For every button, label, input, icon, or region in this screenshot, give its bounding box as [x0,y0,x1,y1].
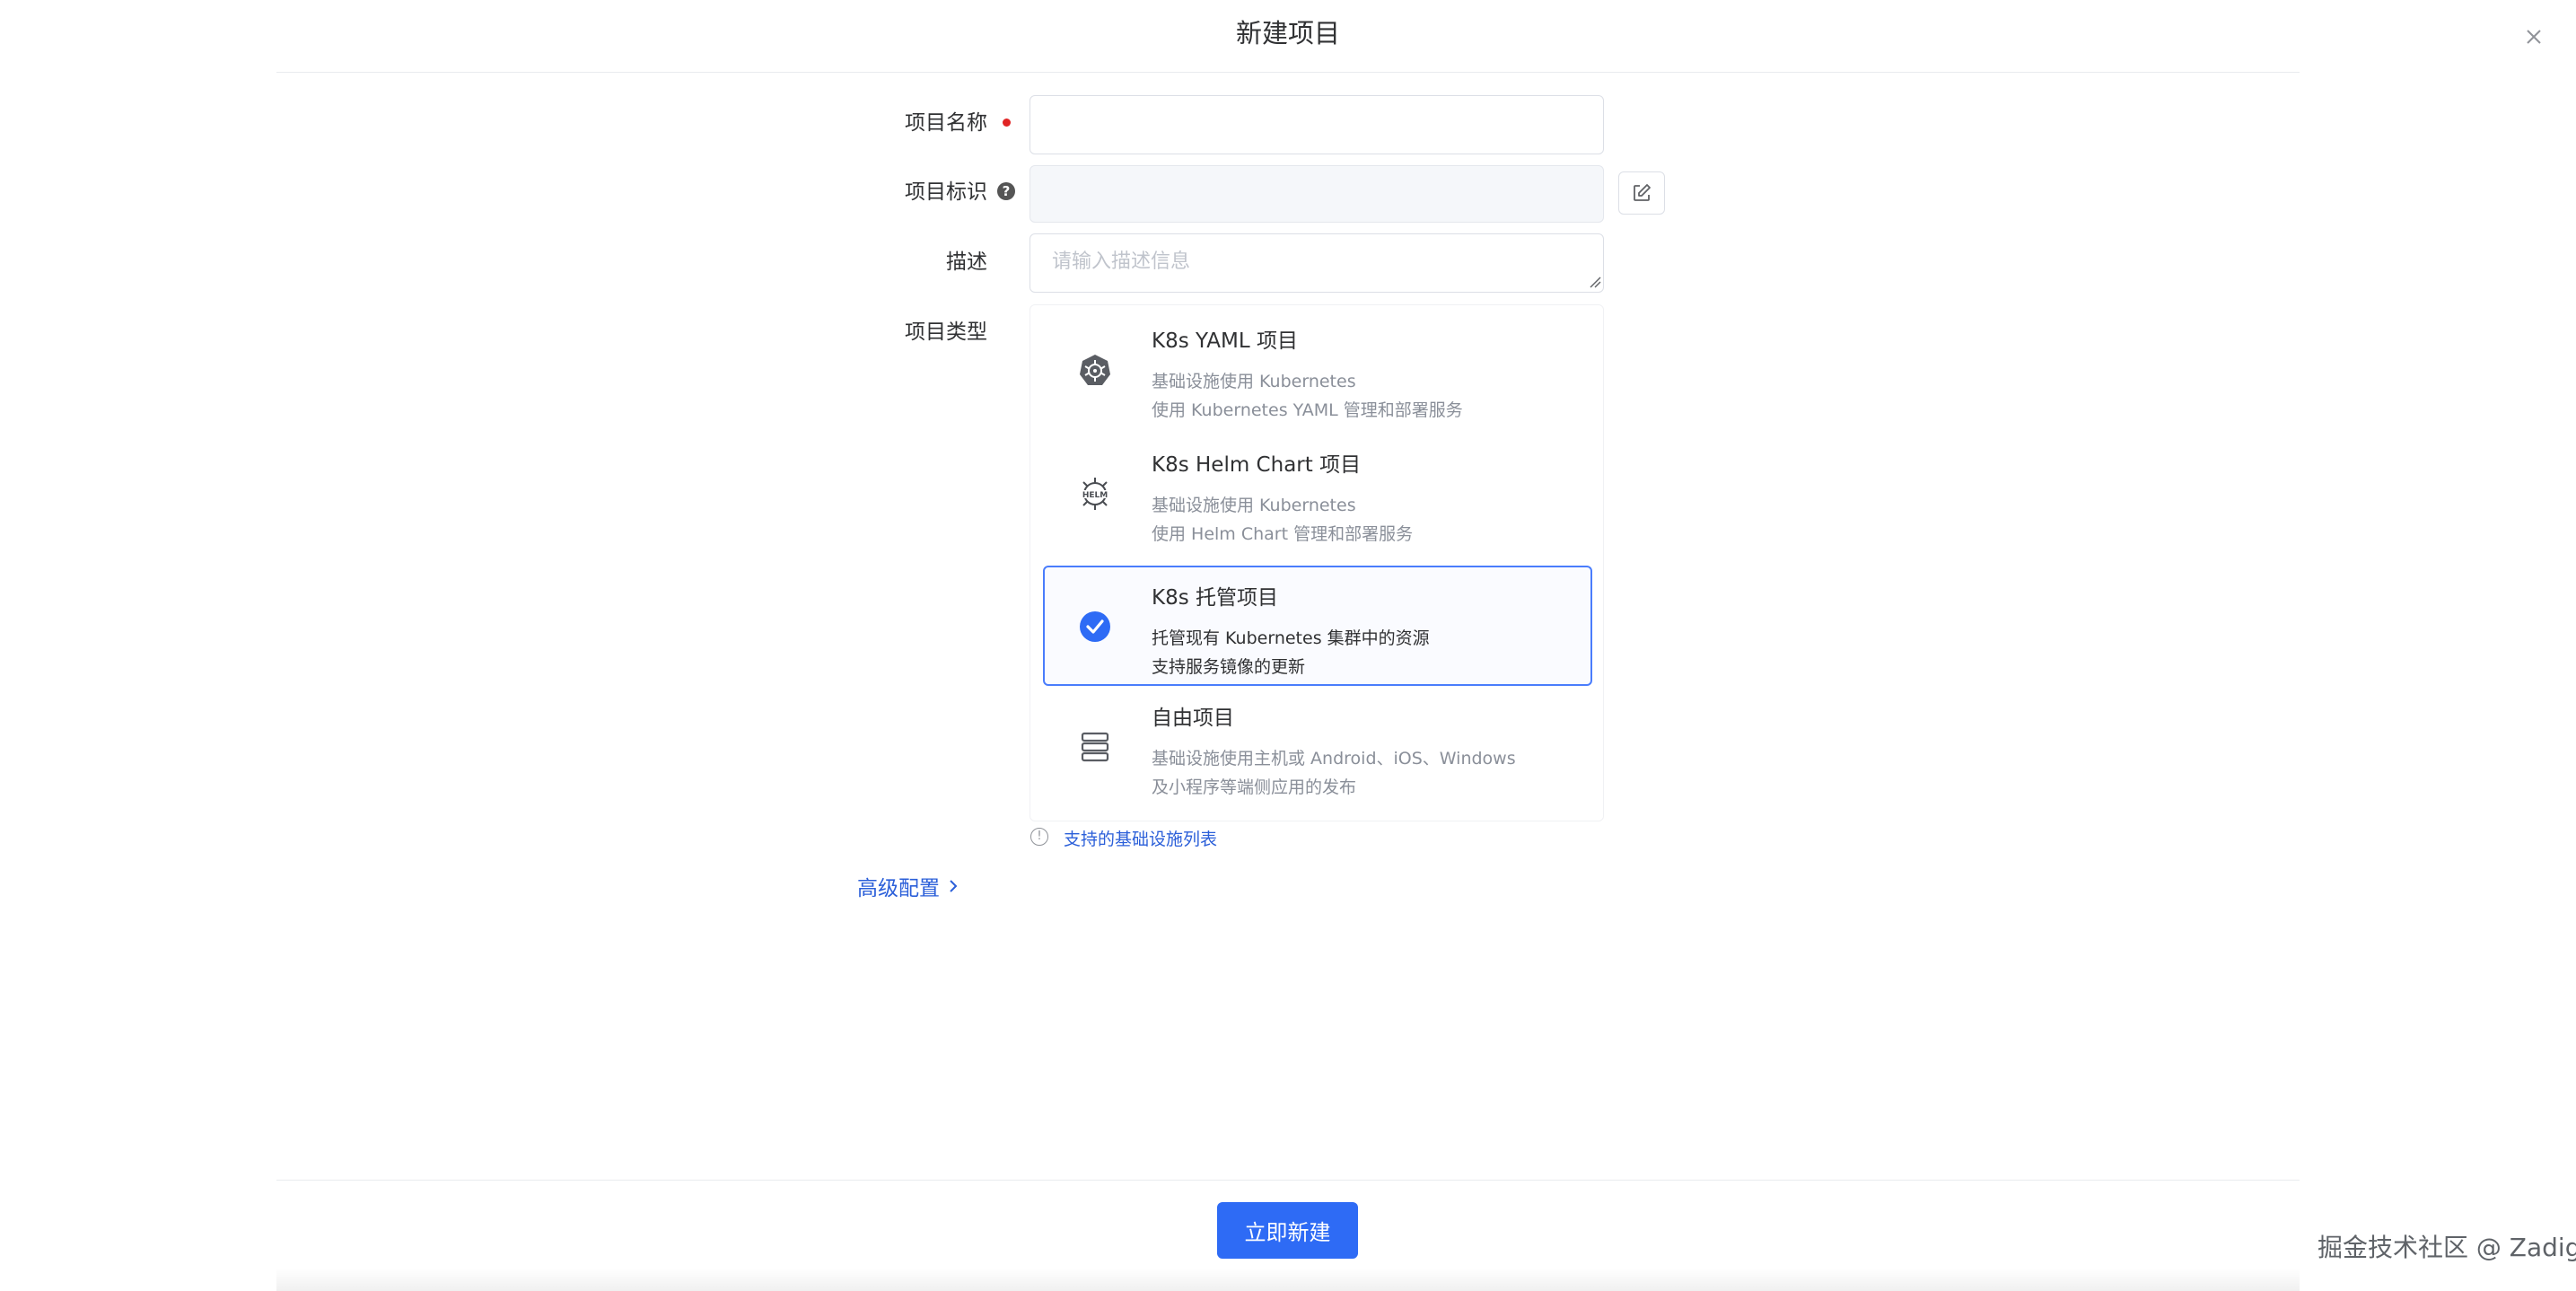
kubernetes-icon [1080,355,1110,385]
project-type-desc: 基础设施使用 Kubernetes [1152,496,1356,515]
dialog-title: 新建项目 [1235,18,1340,48]
project-type-title: 自由项目 [1152,707,1234,730]
edit-identifier-button[interactable] [1618,171,1665,215]
project-type-k8s-helm[interactable]: HELM K8s Helm Chart 项目 基础设施使用 Kubernetes… [1043,433,1592,553]
project-type-desc: 及小程序等端侧应用的发布 [1152,777,1357,797]
svg-text:HELM: HELM [1082,491,1108,500]
project-type-k8s-yaml[interactable]: K8s YAML 项目 基础设施使用 Kubernetes 使用 Kuberne… [1043,309,1592,429]
project-name-input[interactable] [1030,95,1604,154]
server-icon [1081,732,1109,762]
resize-grip-icon[interactable] [1589,276,1601,288]
project-type-free[interactable]: 自由项目 基础设施使用主机或 Android、iOS、Windows 及小程序等… [1043,686,1592,806]
create-now-button[interactable]: 立即新建 [1217,1202,1358,1259]
project-type-title: K8s YAML 项目 [1152,329,1298,353]
project-type-desc: 托管现有 Kubernetes 集群中的资源 [1152,628,1430,648]
project-type-desc: 使用 Kubernetes YAML 管理和部署服务 [1152,400,1463,420]
required-indicator [1003,119,1011,127]
check-circle-icon [1080,611,1110,642]
project-identifier-label: 项目标识 [905,180,987,204]
project-type-desc: 基础设施使用主机或 Android、iOS、Windows [1152,749,1516,768]
description-label: 描述 [946,250,987,274]
project-type-list: K8s YAML 项目 基础设施使用 Kubernetes 使用 Kuberne… [1030,304,1604,821]
helm-icon: HELM [1078,478,1112,510]
help-icon[interactable]: ? [997,182,1015,200]
footer-shadow [276,1268,2300,1291]
description-textarea[interactable] [1030,233,1604,293]
project-type-title: K8s Helm Chart 项目 [1152,453,1362,477]
project-type-k8s-hosted[interactable]: K8s 托管项目 托管现有 Kubernetes 集群中的资源 支持服务镜像的更… [1043,566,1592,686]
project-type-desc: 使用 Helm Chart 管理和部署服务 [1152,524,1414,544]
advanced-settings-toggle[interactable]: 高级配置 [857,871,940,901]
infrastructure-list-link[interactable]: 支持的基础设施列表 [1064,826,1217,850]
info-icon: ! [1030,828,1048,846]
close-icon[interactable] [2522,25,2545,48]
chevron-right-icon[interactable] [947,875,959,897]
watermark-text: 掘金技术社区 @ Zadig [2318,1233,2576,1262]
project-name-label: 项目名称 [905,111,987,135]
project-type-title: K8s 托管项目 [1152,586,1279,610]
project-type-desc: 基础设施使用 Kubernetes [1152,372,1356,391]
project-identifier-input [1030,165,1604,223]
header-divider [276,72,2300,73]
footer-divider [276,1180,2300,1181]
project-type-label: 项目类型 [905,321,987,344]
edit-icon [1634,184,1651,201]
project-type-desc: 支持服务镜像的更新 [1152,657,1306,677]
